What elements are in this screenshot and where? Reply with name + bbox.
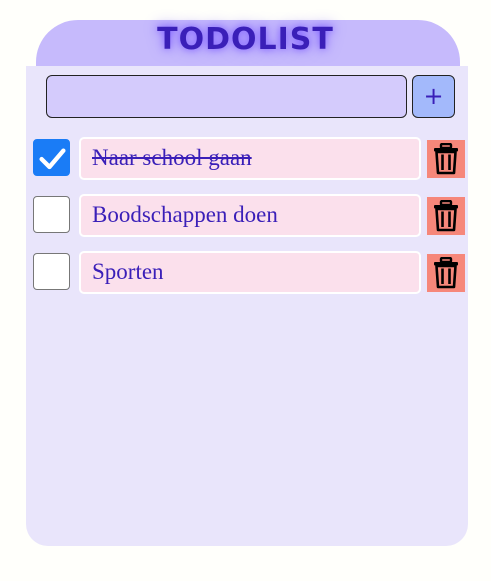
trash-icon [434,257,458,289]
trash-icon [434,200,458,232]
check-icon [39,148,66,170]
delete-task-button[interactable] [427,197,465,235]
task-row: Sporten [33,251,467,296]
app-title: TODOLIST [157,22,334,57]
task-checkbox[interactable] [33,253,70,290]
task-row: Naar school gaan [33,137,467,182]
task-checkbox[interactable] [33,196,70,233]
add-task-button[interactable]: + [412,75,455,118]
trash-icon [434,143,458,175]
task-label[interactable]: Sporten [79,251,421,294]
delete-task-button[interactable] [427,140,465,178]
task-row: Boodschappen doen [33,194,467,239]
task-label[interactable]: Boodschappen doen [79,194,421,237]
new-task-input[interactable] [46,75,407,118]
task-checkbox[interactable] [33,139,70,176]
delete-task-button[interactable] [427,254,465,292]
task-label[interactable]: Naar school gaan [79,137,421,180]
